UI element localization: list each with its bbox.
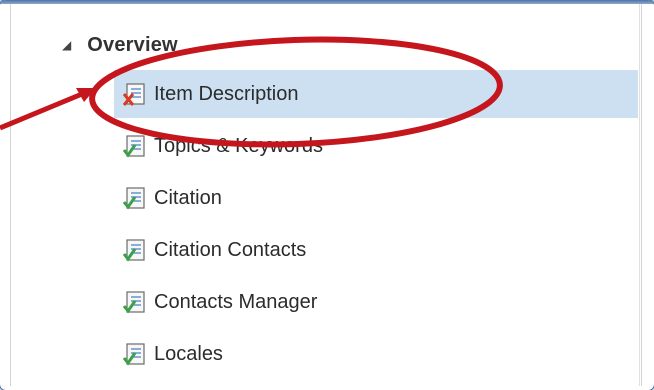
tree-item-label: Item Description [154,82,299,105]
page-check-icon [122,343,145,366]
tree-item-item-description[interactable]: Item Description [114,70,638,118]
window-frame: ◢ Overview Item Description Topics & Key… [0,0,654,390]
tree-item-contacts-manager[interactable]: Contacts Manager [114,278,638,326]
tree-item-label: Citation [154,186,222,209]
page-check-icon [122,135,145,158]
tree-item-label: Citation Contacts [154,238,307,261]
tree-item-label: Topics & Keywords [154,134,323,157]
tree-item-citation[interactable]: Citation [114,174,638,222]
tree-group-overview[interactable]: ◢ Overview [62,30,178,60]
expand-triangle-icon[interactable]: ◢ [62,38,71,52]
tree-item-label: Contacts Manager [154,290,318,313]
page-check-icon [122,291,145,314]
tree-item-citation-contacts[interactable]: Citation Contacts [114,226,638,274]
page-error-icon [122,83,145,106]
pane-divider [639,4,640,386]
tree-group-label: Overview [87,33,178,56]
page-check-icon [122,187,145,210]
tree-item-topics-keywords[interactable]: Topics & Keywords [114,122,638,170]
tree-item-locales[interactable]: Locales [114,330,638,378]
tree-item-label: Locales [154,342,223,365]
page-check-icon [122,239,145,262]
